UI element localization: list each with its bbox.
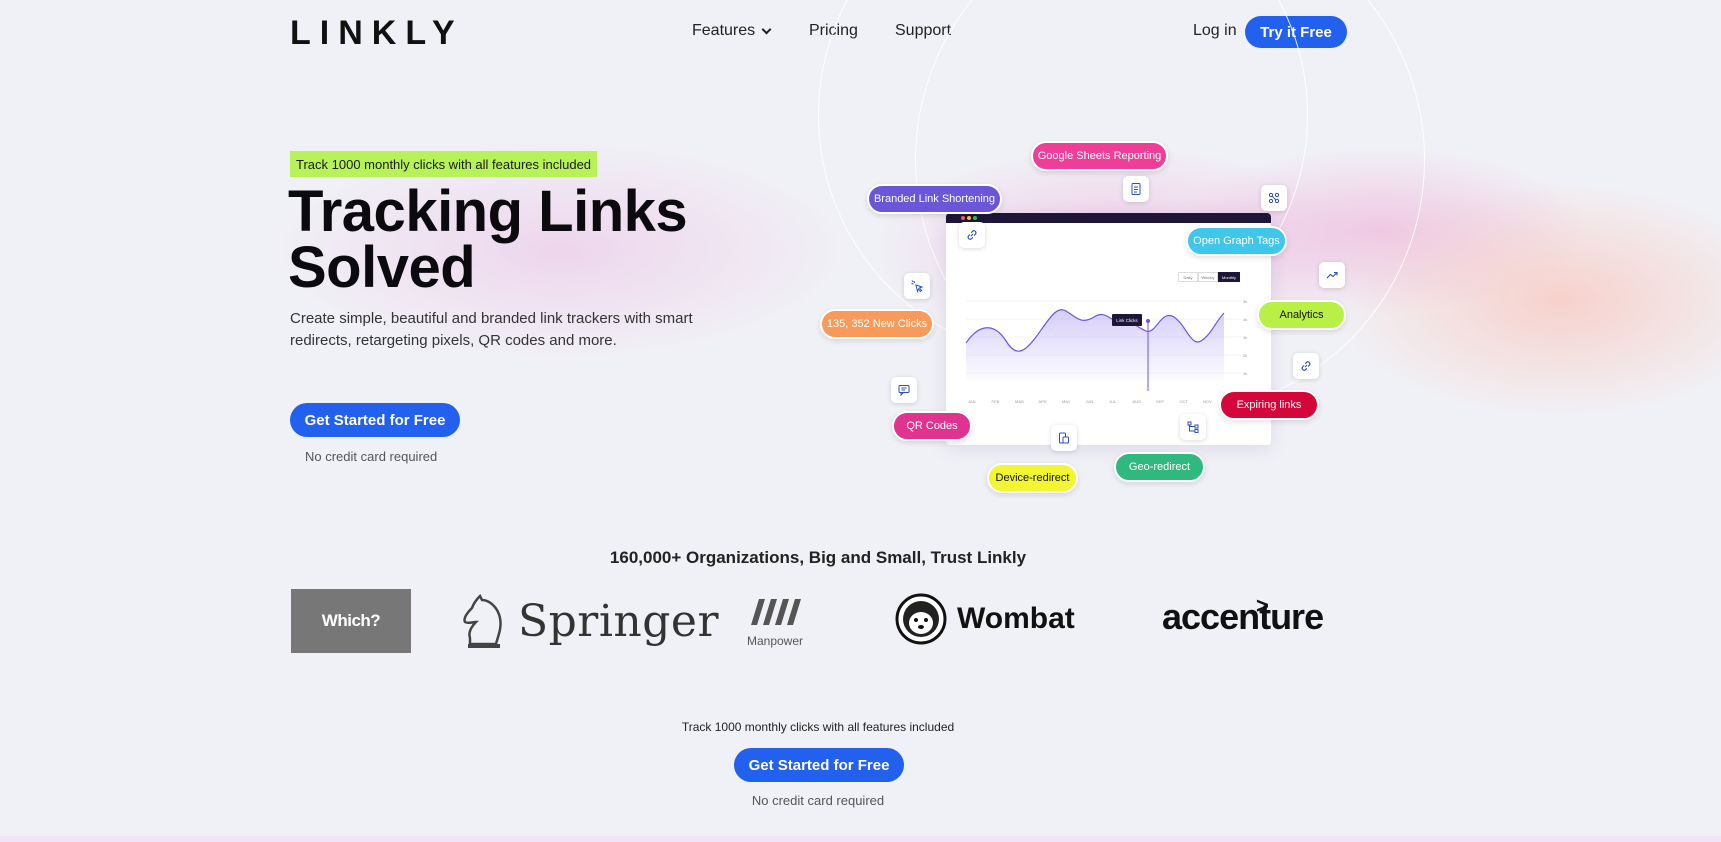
manpower-logo: Manpower <box>743 595 807 648</box>
trust-heading: 160,000+ Organizations, Big and Small, T… <box>609 548 1027 567</box>
month-label: JUN <box>1086 399 1094 404</box>
redirect-icon <box>1180 414 1206 440</box>
pill-device-redirect: Device-redirect <box>987 463 1078 493</box>
y-tick-label: 5k <box>1243 299 1247 304</box>
get-started-button[interactable]: Get Started for Free <box>290 403 460 437</box>
spreadsheet-icon <box>1123 176 1149 202</box>
month-label: SEP <box>1156 399 1164 404</box>
month-label: JUL <box>1109 399 1117 404</box>
month-label: JAN <box>968 399 976 404</box>
chat-icon <box>891 377 917 403</box>
pill-google-sheets: Google Sheets Reporting <box>1031 141 1168 171</box>
chevron-down-icon <box>761 24 772 34</box>
manpower-mark <box>751 599 801 625</box>
chess-knight-icon <box>463 593 502 648</box>
month-label: AUG <box>1133 399 1142 404</box>
wombat-wordmark: Wombat <box>957 602 1075 635</box>
no-credit-card-note: No credit card required <box>305 449 438 464</box>
nav-support[interactable]: Support <box>895 22 951 40</box>
link-icon <box>1293 353 1319 379</box>
month-label: OCT <box>1180 399 1189 404</box>
hero-title-line2: Solved <box>288 235 476 300</box>
wombat-logo: Wombat <box>895 593 1075 645</box>
month-label: NOV <box>1203 399 1212 404</box>
background-glow <box>0 0 1721 842</box>
trending-up-icon <box>1319 262 1345 288</box>
chart-marker-point <box>1146 319 1150 323</box>
springer-wordmark: Springer <box>518 595 719 647</box>
hero-title: Tracking Links Solved <box>288 183 808 297</box>
link-icon <box>959 222 985 248</box>
get-started-bottom-button[interactable]: Get Started for Free <box>734 748 904 782</box>
pill-analytics: Analytics <box>1257 300 1346 330</box>
nav-pricing[interactable]: Pricing <box>809 22 858 40</box>
hero-subtitle: Create simple, beautiful and branded lin… <box>290 310 693 349</box>
which-logo: Which? <box>291 589 411 653</box>
promo-tag: Track 1000 monthly clicks with all featu… <box>290 151 598 177</box>
pill-qr-codes: QR Codes <box>892 411 972 441</box>
bottom-promo-text: Track 1000 monthly clicks with all featu… <box>681 720 955 734</box>
linkly-logo[interactable]: LINKLY <box>290 14 464 53</box>
month-label: FEB <box>992 399 1000 404</box>
share-icon <box>1261 185 1287 211</box>
chart-area <box>966 309 1224 381</box>
y-axis-ticks: 5k 4k 3k 2k 1k <box>1243 299 1247 376</box>
chart-tooltip-label: Link Clicks <box>1116 318 1138 323</box>
bottom-strip <box>0 836 1721 842</box>
accenture-logo: accenture <box>1162 596 1324 637</box>
devices-icon <box>1051 425 1077 451</box>
y-tick-label: 4k <box>1243 317 1247 322</box>
y-tick-label: 1k <box>1243 371 1247 376</box>
month-label: MAY <box>1062 399 1071 404</box>
wombat-badge-icon <box>895 593 947 645</box>
pill-new-clicks: 135, 352 New Clicks <box>820 309 934 339</box>
manpower-wordmark: Manpower <box>746 634 804 648</box>
login-link[interactable]: Log in <box>1193 22 1237 40</box>
pill-geo-redirect: Geo-redirect <box>1114 452 1205 482</box>
pill-expiring-links: Expiring links <box>1219 390 1319 420</box>
cursor-click-icon <box>904 273 930 299</box>
y-tick-label: 3k <box>1243 335 1247 340</box>
pill-branded-link: Branded Link Shortening <box>867 184 1002 214</box>
x-axis-months: JAN FEB MAR APR MAY JUN JUL AUG SEP OCT NOV <box>968 399 1212 404</box>
month-label: MAR <box>1015 399 1024 404</box>
nav-features-label: Features <box>692 22 756 39</box>
nav-features[interactable]: Features <box>692 22 772 40</box>
month-label: APR <box>1039 399 1047 404</box>
try-free-button[interactable]: Try it Free <box>1245 16 1347 48</box>
y-tick-label: 2k <box>1243 353 1247 358</box>
no-credit-card-bottom-note: No credit card required <box>751 793 885 808</box>
springer-logo: Springer <box>460 590 719 652</box>
pill-open-graph: Open Graph Tags <box>1186 226 1287 256</box>
